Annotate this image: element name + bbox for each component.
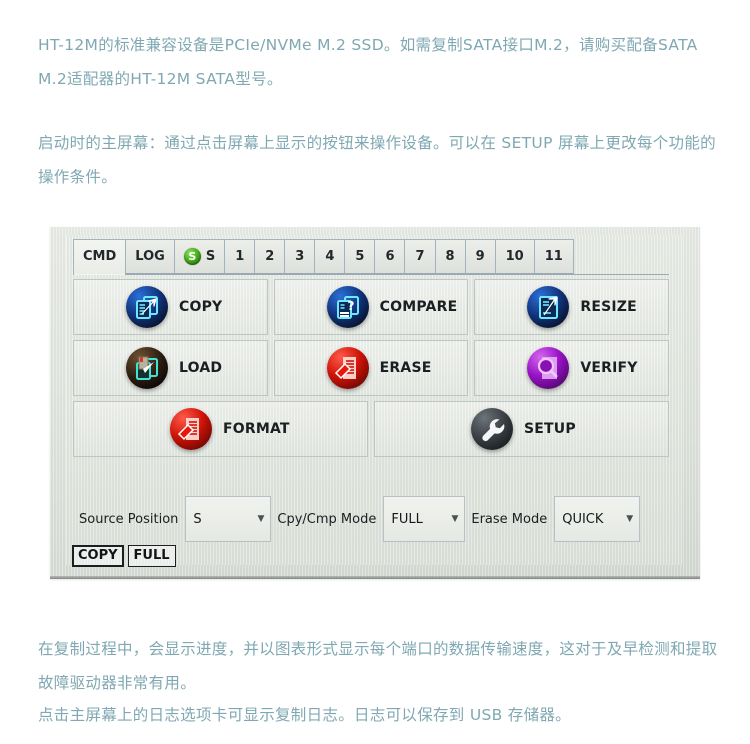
setup-button-label: SETUP — [524, 421, 576, 437]
erase-mode-select[interactable]: QUICK ▼ — [554, 496, 641, 542]
load-document-icon — [126, 347, 168, 389]
setup-button[interactable]: SETUP — [374, 401, 669, 457]
tab-strip: CMD LOG S S 1 2 3 4 5 6 7 8 9 10 11 — [73, 239, 669, 275]
erase-mode-label: Erase Mode — [471, 511, 548, 527]
copy-compare-mode-value: FULL — [391, 511, 423, 527]
green-s-badge-letter: S — [188, 250, 197, 263]
tab-port-9[interactable]: 9 — [464, 239, 495, 274]
erase-button[interactable]: ERASE — [273, 340, 469, 396]
tab-port-6[interactable]: 6 — [374, 239, 405, 274]
erase-button-label: ERASE — [379, 360, 432, 376]
button-row-1: COPY ? COMPARE RESIZE — [73, 279, 670, 335]
resize-button[interactable]: RESIZE — [474, 279, 670, 335]
green-s-badge-icon: S — [183, 248, 201, 265]
wrench-icon — [471, 408, 513, 450]
compare-button-label: COMPARE — [379, 299, 458, 315]
tab-port-8[interactable]: 8 — [434, 239, 465, 274]
paragraph-copy-progress: 在复制过程中，会显示进度，并以图表形式显示每个端口的数据传输速度，这对于及早检测… — [38, 640, 718, 692]
chevron-down-icon: ▼ — [257, 513, 265, 524]
format-document-icon — [170, 408, 212, 450]
tab-port-3-label: 3 — [295, 249, 305, 264]
tab-log[interactable]: LOG — [125, 239, 174, 274]
chevron-down-icon: ▼ — [451, 513, 459, 524]
erase-document-icon — [326, 347, 369, 389]
copy-compare-mode-label: Cpy/Cmp Mode — [277, 511, 377, 527]
status-badge-mode: FULL — [127, 545, 176, 567]
paragraph-compatible-devices: HT-12M的标准兼容设备是PCIe/NVMe M.2 SSD。如需复制SATA… — [38, 36, 703, 88]
button-row-3: FORMAT SETUP — [73, 401, 669, 457]
button-row-2: LOAD ERASE VERIFY — [73, 340, 670, 396]
tab-port-5-label: 5 — [355, 249, 365, 264]
tab-port-9-label: 9 — [475, 249, 485, 264]
copy-button[interactable]: COPY — [73, 279, 268, 335]
tab-port-4-label: 4 — [325, 249, 335, 264]
chevron-down-icon: ▼ — [626, 513, 634, 524]
svg-text:?: ? — [347, 299, 354, 313]
device-screen-photo: CMD LOG S S 1 2 3 4 5 6 7 8 9 10 11 COPY… — [50, 227, 700, 579]
tab-port-2-label: 2 — [265, 249, 275, 264]
load-button-label: LOAD — [179, 360, 223, 376]
tab-port-7-label: 7 — [415, 249, 425, 264]
verify-button[interactable]: VERIFY — [474, 340, 670, 396]
tab-source[interactable]: S S — [173, 239, 225, 274]
tab-port-10-label: 10 — [505, 249, 524, 264]
format-button[interactable]: FORMAT — [73, 401, 368, 457]
function-button-grid: COPY ? COMPARE RESIZE LOAD ERASE VERIFY … — [73, 279, 670, 462]
resize-button-label: RESIZE — [580, 299, 637, 315]
tab-port-1-label: 1 — [235, 249, 245, 264]
resize-document-arrow-icon — [527, 286, 570, 328]
lcd-panel: CMD LOG S S 1 2 3 4 5 6 7 8 9 10 11 COPY… — [66, 235, 682, 567]
erase-mode-value: QUICK — [562, 511, 604, 527]
tab-port-11[interactable]: 11 — [533, 239, 574, 274]
tab-source-label: S — [205, 249, 216, 264]
tab-port-2[interactable]: 2 — [254, 239, 285, 274]
option-bar: Source Position S ▼ Cpy/Cmp Mode FULL ▼ … — [73, 496, 669, 542]
paragraph-log-tab: 点击主屏幕上的日志选项卡可显示复制日志。日志可以保存到 USB 存储器。 — [38, 706, 571, 724]
paragraph-startup-screen: 启动时的主屏幕：通过点击屏幕上显示的按钮来操作设备。可以在 SETUP 屏幕上更… — [38, 134, 716, 186]
tab-cmd[interactable]: CMD — [73, 239, 126, 275]
compare-document-question-icon: ? — [326, 286, 369, 328]
tab-port-5[interactable]: 5 — [344, 239, 375, 274]
tab-port-8-label: 8 — [445, 249, 455, 264]
status-badge-operation: COPY — [72, 545, 124, 567]
tab-port-4[interactable]: 4 — [314, 239, 345, 274]
tab-port-1[interactable]: 1 — [224, 239, 255, 274]
copy-document-arrow-icon — [126, 286, 168, 328]
source-position-label: Source Position — [79, 511, 179, 527]
tab-port-3[interactable]: 3 — [284, 239, 315, 274]
tab-port-10[interactable]: 10 — [494, 239, 534, 274]
tab-port-11-label: 11 — [544, 249, 563, 264]
tab-port-6-label: 6 — [385, 249, 395, 264]
copy-button-label: COPY — [179, 299, 223, 315]
copy-compare-mode-select[interactable]: FULL ▼ — [383, 496, 466, 542]
tab-port-7[interactable]: 7 — [404, 239, 435, 274]
load-button[interactable]: LOAD — [73, 340, 268, 396]
compare-button[interactable]: ? COMPARE — [273, 279, 469, 335]
source-position-select[interactable]: S ▼ — [185, 496, 272, 542]
tab-log-label: LOG — [135, 249, 165, 264]
format-button-label: FORMAT — [223, 421, 290, 437]
verify-button-label: VERIFY — [580, 360, 638, 376]
tab-cmd-label: CMD — [83, 249, 117, 264]
verify-magnifier-icon — [527, 347, 570, 389]
source-position-value: S — [193, 511, 202, 527]
status-bar: COPY FULL — [68, 545, 682, 567]
